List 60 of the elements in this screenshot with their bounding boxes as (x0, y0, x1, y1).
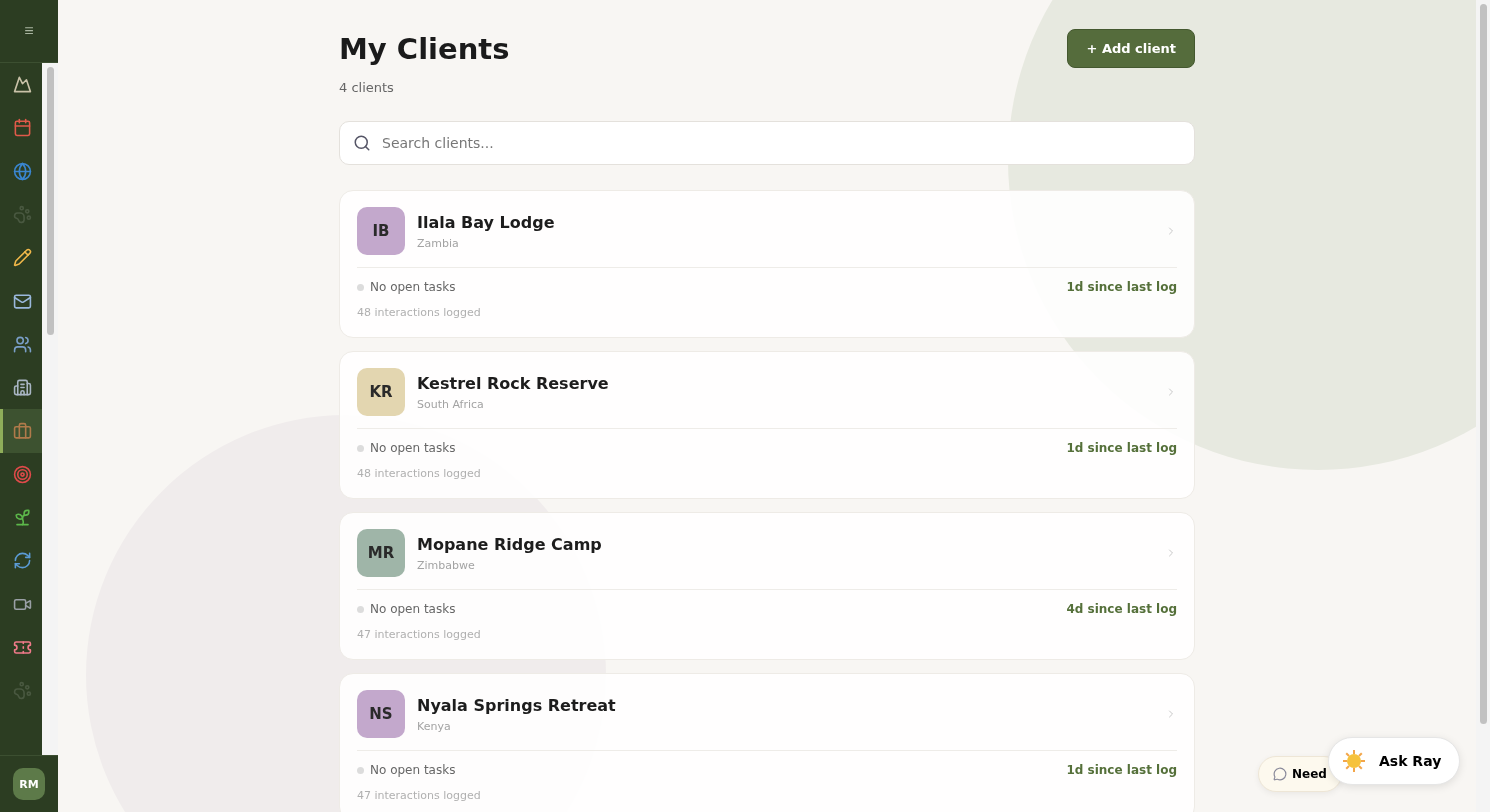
client-avatar: MR (357, 529, 405, 577)
last-log: 4d since last log (1066, 602, 1177, 616)
add-client-button[interactable]: + Add client (1067, 29, 1195, 68)
status-dot (357, 605, 364, 613)
last-log: 1d since last log (1066, 280, 1177, 294)
page-title: My Clients (339, 32, 510, 66)
client-card[interactable]: KR Kestrel Rock Reserve South Africa No open tasks 1d since last log 48 interactions logged (339, 351, 1195, 499)
status-dot (357, 283, 364, 291)
briefcase-icon (13, 421, 32, 441)
ask-ray-button[interactable]: Ask Ray (1328, 737, 1461, 785)
help-button[interactable]: Need (1258, 756, 1342, 792)
pencil-icon (13, 248, 32, 268)
client-country: Zimbabwe (417, 558, 476, 572)
status-dot (357, 444, 364, 452)
client-avatar: KR (357, 368, 405, 416)
client-country: South Africa (417, 397, 485, 411)
globe-icon (13, 161, 32, 181)
client-name: Kestrel Rock Reserve (417, 373, 610, 393)
client-name: Mopane Ridge Camp (417, 534, 603, 554)
interaction-count: 48 interactions logged (357, 306, 482, 319)
user-avatar[interactable]: RM (13, 768, 45, 800)
sidebar-item[interactable] (0, 409, 42, 453)
client-count: 4 clients (339, 80, 395, 95)
client-name: Nyala Springs Retreat (417, 695, 617, 715)
task-status: No open tasks (370, 763, 456, 777)
client-avatar: NS (357, 690, 405, 738)
client-card[interactable]: NS Nyala Springs Retreat Kenya No open tasks 1d since last log 47 interactions logged (339, 673, 1195, 812)
client-card[interactable]: MR Mopane Ridge Camp Zimbabwe No open tasks 4d since last log 47 interactions logged (339, 512, 1195, 660)
task-status: No open tasks (370, 280, 456, 294)
client-card[interactable]: IB Ilala Bay Lodge Zambia No open tasks 1d since last log 48 interactions logged (339, 190, 1195, 338)
mail-icon (13, 291, 32, 311)
last-log: 1d since last log (1066, 441, 1177, 455)
building-icon (13, 378, 32, 398)
paw-icon (13, 205, 32, 225)
calendar-icon (13, 118, 32, 138)
client-country: Kenya (417, 719, 452, 733)
task-status: No open tasks (370, 441, 456, 455)
mountain-icon (13, 75, 32, 95)
client-name: Ilala Bay Lodge (417, 212, 556, 232)
search-icon (353, 134, 371, 152)
client-avatar: IB (357, 207, 405, 255)
page-scrollbar[interactable] (1476, 0, 1490, 812)
interaction-count: 47 interactions logged (357, 628, 482, 641)
target-icon (13, 464, 32, 484)
menu-button[interactable]: ≡ (18, 20, 40, 42)
client-country: Zambia (417, 236, 460, 250)
interaction-count: 47 interactions logged (357, 789, 482, 802)
ticket-icon (13, 638, 32, 657)
users-icon (13, 334, 32, 354)
chat-icon (1273, 767, 1287, 781)
sprout-icon (13, 508, 32, 528)
refresh-icon (13, 551, 32, 571)
status-dot (357, 766, 364, 774)
sidebar-scrollbar[interactable] (42, 63, 58, 755)
interaction-count: 48 interactions logged (357, 467, 482, 480)
last-log: 1d since last log (1066, 763, 1177, 777)
sun-icon (1341, 748, 1367, 774)
paw-icon (13, 681, 32, 701)
search-field[interactable]: Search clients... (339, 121, 1195, 165)
task-status: No open tasks (370, 602, 456, 616)
